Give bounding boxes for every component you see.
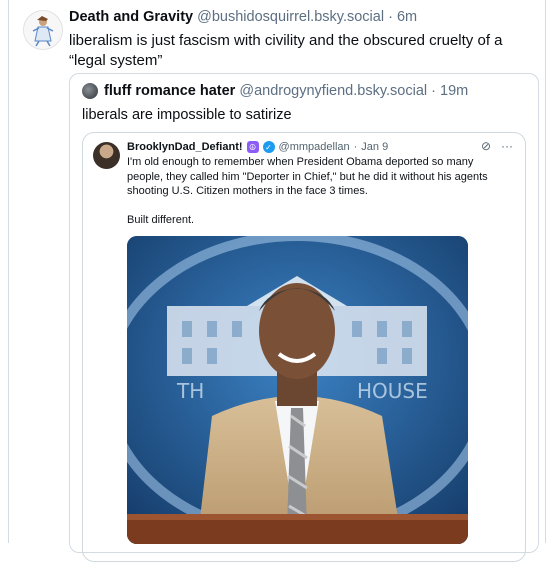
embedded-screenshot[interactable]: BrooklynDad_Defiant! ☮ ✓ @mmpadellan · J… (82, 132, 526, 562)
embedded-avatar (93, 142, 120, 169)
sign-left: TH (176, 379, 204, 403)
separator: · (431, 83, 436, 99)
quote-header: fluff romance hater @androgynyfiend.bsky… (82, 83, 468, 99)
post[interactable]: Death and Gravity @bushidosquirrel.bsky.… (9, 0, 545, 562)
embedded-line: Built different. (127, 213, 195, 226)
avatar-icon (24, 11, 62, 49)
post-time[interactable]: 6m (397, 9, 417, 25)
embedded-author-name: BrooklynDad_Defiant! (127, 141, 243, 153)
sign-right: HOUSE (357, 379, 428, 403)
more-dots-icon: ··· (501, 139, 513, 153)
embedded-line: people, they called him "Deporter in Chi… (127, 170, 488, 183)
quote-time[interactable]: 19m (440, 83, 468, 99)
quote-author-name[interactable]: fluff romance hater (104, 83, 235, 99)
quoted-post[interactable]: fluff romance hater @androgynyfiend.bsky… (69, 73, 539, 562)
quote-author-handle[interactable]: @androgynyfiend.bsky.social (239, 83, 427, 99)
author-handle[interactable]: @bushidosquirrel.bsky.social (197, 9, 384, 25)
embedded-line: I'm old enough to remember when Presiden… (127, 156, 474, 168)
verified-check-icon: ✓ (262, 141, 275, 153)
post-frame: Death and Gravity @bushidosquirrel.bsky.… (8, 0, 546, 562)
embedded-header: BrooklynDad_Defiant! ☮ ✓ @mmpadellan · J… (127, 141, 515, 153)
post-header: Death and Gravity @bushidosquirrel.bsky.… (69, 9, 535, 25)
grok-icon: ⊘ (480, 139, 491, 153)
embedded-date: Jan 9 (361, 141, 389, 153)
press-room-photo: TH HOUSE (127, 236, 468, 544)
quote-text: liberals are impossible to satirize (82, 107, 292, 123)
author-name[interactable]: Death and Gravity (69, 9, 193, 25)
embedded-actions: ⊘ ··· (481, 139, 513, 153)
separator: · (388, 9, 393, 25)
separator: · (353, 141, 358, 153)
embedded-handle: @mmpadellan (278, 141, 350, 153)
embedded-line: shooting U.S. Citizen mothers in the fac… (127, 185, 368, 197)
author-avatar[interactable] (23, 10, 63, 50)
quote-avatar[interactable] (82, 83, 98, 99)
post-text: liberalism is just fascism with civility… (69, 32, 503, 69)
embedded-photo: TH HOUSE (127, 236, 468, 544)
peace-badge-icon: ☮ (246, 141, 259, 153)
embedded-text: I'm old enough to remember when Presiden… (127, 155, 507, 227)
